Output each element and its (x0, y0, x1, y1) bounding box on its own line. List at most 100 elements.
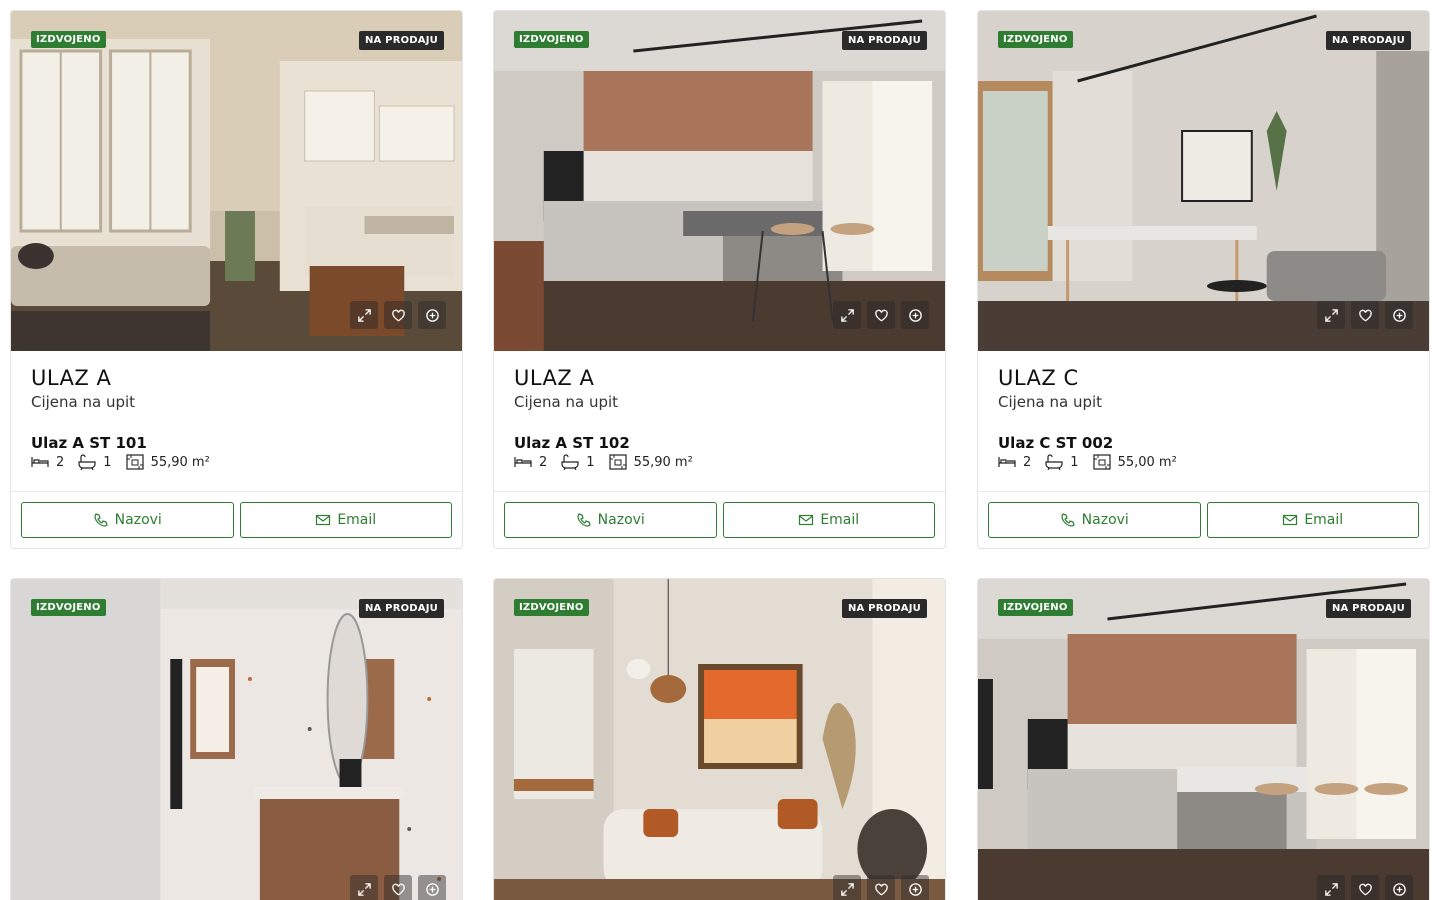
expand-button[interactable] (833, 875, 861, 900)
expand-icon (1324, 308, 1338, 322)
bed-icon (31, 457, 49, 467)
email-button[interactable]: Email (239, 502, 452, 538)
listing-specs: 2 1 55,90 m² (31, 454, 442, 470)
favorite-button[interactable] (384, 875, 412, 900)
listing-price: Cijena na upit (31, 393, 136, 411)
email-label: Email (820, 512, 860, 528)
listing-photo-kitchen[interactable]: IZDVOJENO NA PRODAJU (978, 579, 1429, 900)
favorite-button[interactable] (867, 875, 895, 900)
email-button[interactable]: Email (722, 502, 935, 538)
featured-badge: IZDVOJENO (514, 599, 589, 616)
card-actions: Nazovi Email (494, 492, 945, 548)
area-value: 55,90 m² (150, 454, 210, 470)
bathrooms-spec: 1 (561, 454, 595, 470)
bathrooms-count: 1 (1070, 454, 1079, 470)
bedrooms-count: 2 (1023, 454, 1032, 470)
unit-code[interactable]: Ulaz A ST 102 (514, 434, 925, 452)
bedrooms-count: 2 (539, 454, 548, 470)
compare-button[interactable] (1385, 301, 1413, 329)
expand-icon (840, 308, 854, 322)
compare-button[interactable] (418, 301, 446, 329)
listing-card[interactable]: IZDVOJENO NA PRODAJU (493, 578, 946, 900)
envelope-icon (316, 514, 331, 526)
listing-card[interactable]: IZDVOJENO NA PRODAJU ULAZ A Cijena na up… (10, 10, 463, 549)
card-actions: Nazovi Email (978, 492, 1429, 548)
listing-photo-living-room[interactable]: IZDVOJENO NA PRODAJU (11, 11, 462, 351)
call-button[interactable]: Nazovi (504, 502, 717, 538)
listing-photo-lounge[interactable]: IZDVOJENO NA PRODAJU (494, 579, 945, 900)
plus-circle-icon (908, 882, 922, 896)
status-badge: NA PRODAJU (1325, 599, 1411, 618)
listing-card[interactable]: IZDVOJENO NA PRODAJU ULAZ A Cijena na up… (493, 10, 946, 549)
expand-icon (357, 882, 371, 896)
bathrooms-spec: 1 (1045, 454, 1079, 470)
listing-photo-bathroom[interactable]: IZDVOJENO NA PRODAJU (11, 579, 462, 900)
photo-tools (833, 301, 929, 329)
phone-icon (94, 513, 108, 527)
expand-button[interactable] (1317, 875, 1345, 900)
interior-photo (494, 11, 945, 351)
listing-specs: 2 1 55,00 m² (998, 454, 1409, 470)
compare-button[interactable] (901, 875, 929, 900)
listing-photo-kitchen[interactable]: IZDVOJENO NA PRODAJU (494, 11, 945, 351)
area-icon (125, 454, 144, 470)
listing-card[interactable]: IZDVOJENO NA PRODAJU (10, 578, 463, 900)
compare-button[interactable] (901, 301, 929, 329)
expand-button[interactable] (350, 301, 378, 329)
card-actions: Nazovi Email (11, 492, 462, 548)
compare-button[interactable] (418, 875, 446, 900)
bathrooms-count: 1 (586, 454, 595, 470)
plus-circle-icon (908, 308, 922, 322)
listing-photo-dining-room[interactable]: IZDVOJENO NA PRODAJU (978, 11, 1429, 351)
bedrooms-count: 2 (56, 454, 65, 470)
area-value: 55,00 m² (1117, 454, 1177, 470)
bedrooms-spec: 2 (31, 454, 64, 470)
interior-photo (978, 579, 1429, 900)
email-label: Email (1304, 512, 1344, 528)
heart-icon (391, 309, 405, 321)
call-button[interactable]: Nazovi (21, 502, 234, 538)
area-spec: 55,90 m² (608, 454, 693, 470)
listing-price: Cijena na upit (514, 393, 619, 411)
bath-icon (78, 454, 96, 470)
area-icon (1092, 454, 1111, 470)
area-spec: 55,90 m² (125, 454, 210, 470)
card-body: ULAZ A Cijena na upit Ulaz A ST 102 2 1 … (494, 351, 945, 492)
bath-icon (1045, 454, 1063, 470)
area-value: 55,90 m² (633, 454, 693, 470)
bedrooms-spec: 2 (514, 454, 547, 470)
photo-tools (350, 301, 446, 329)
listing-title[interactable]: ULAZ A (514, 365, 925, 391)
card-body: ULAZ C Cijena na upit Ulaz C ST 002 2 1 … (978, 351, 1429, 492)
phone-icon (577, 513, 591, 527)
favorite-button[interactable] (867, 301, 895, 329)
plus-circle-icon (1392, 308, 1406, 322)
expand-button[interactable] (1317, 301, 1345, 329)
plus-circle-icon (425, 882, 439, 896)
listing-title[interactable]: ULAZ C (998, 365, 1409, 391)
heart-icon (1358, 309, 1372, 321)
listing-card[interactable]: IZDVOJENO NA PRODAJU ULAZ C Cijena na up… (977, 10, 1430, 549)
expand-button[interactable] (833, 301, 861, 329)
favorite-button[interactable] (1351, 875, 1379, 900)
listing-price: Cijena na upit (998, 393, 1103, 411)
expand-button[interactable] (350, 875, 378, 900)
listing-title[interactable]: ULAZ A (31, 365, 442, 391)
call-button[interactable]: Nazovi (988, 502, 1201, 538)
status-badge: NA PRODAJU (1325, 31, 1411, 50)
favorite-button[interactable] (1351, 301, 1379, 329)
featured-badge: IZDVOJENO (31, 31, 106, 48)
interior-photo (11, 579, 462, 900)
compare-button[interactable] (1385, 875, 1413, 900)
interior-photo (494, 579, 945, 900)
unit-code[interactable]: Ulaz C ST 002 (998, 434, 1409, 452)
favorite-button[interactable] (384, 301, 412, 329)
listing-card[interactable]: IZDVOJENO NA PRODAJU (977, 578, 1430, 900)
email-button[interactable]: Email (1206, 502, 1419, 538)
featured-badge: IZDVOJENO (31, 599, 106, 616)
listing-specs: 2 1 55,90 m² (514, 454, 925, 470)
expand-icon (357, 308, 371, 322)
unit-code[interactable]: Ulaz A ST 101 (31, 434, 442, 452)
photo-tools (1317, 875, 1413, 900)
bathrooms-count: 1 (103, 454, 112, 470)
